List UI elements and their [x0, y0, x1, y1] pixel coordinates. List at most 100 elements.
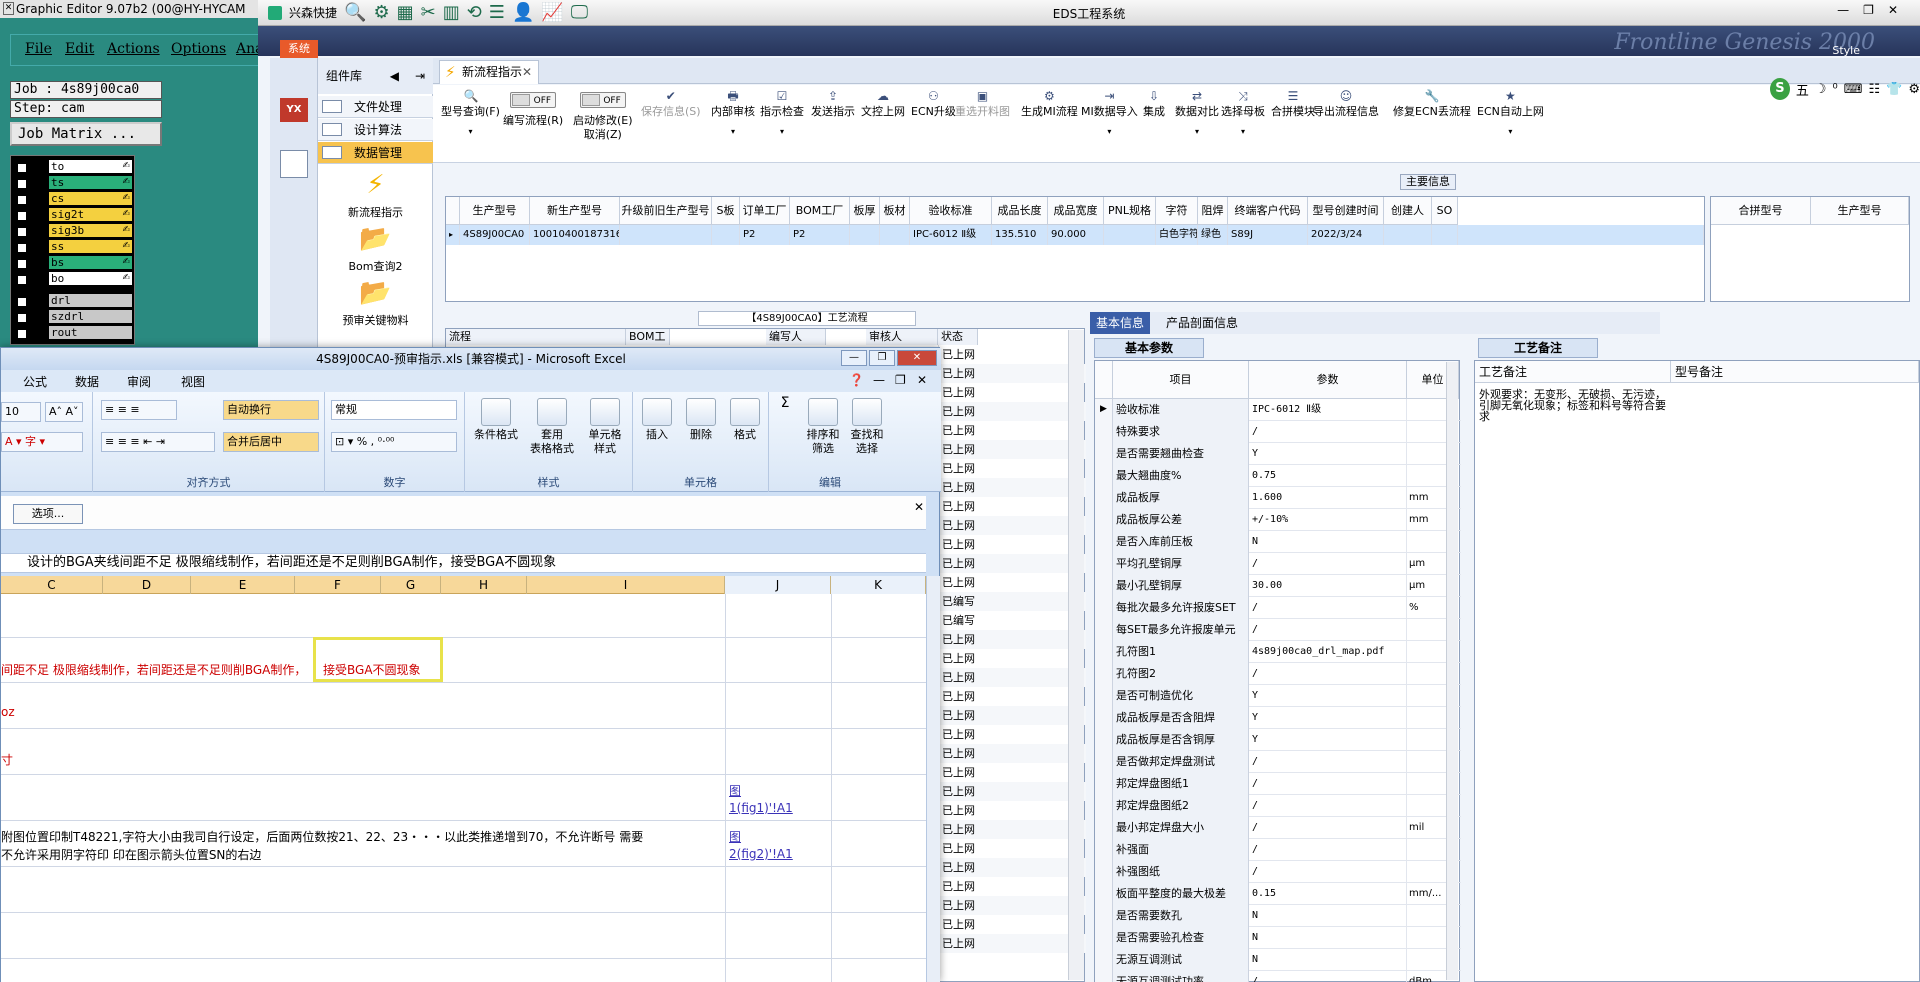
cell-c6[interactable]: 附图位置印制T48221,字符大小由我司自行设定，后面两位数按21、22、23・…: [1, 828, 643, 845]
param-row[interactable]: 板面平整度的最大极差 0.15 mm/...: [1095, 883, 1461, 905]
param-value[interactable]: /: [1249, 421, 1407, 443]
insert-button[interactable]: 插入: [637, 398, 677, 442]
main-cell[interactable]: 10010400187316: [530, 225, 620, 245]
find-select-button[interactable]: 查找和 选择: [847, 398, 887, 456]
param-row[interactable]: 邦定焊盘图纸2/: [1095, 795, 1461, 817]
job-matrix-button[interactable]: Job Matrix ...: [10, 122, 162, 146]
tab-review[interactable]: 审阅: [127, 373, 151, 390]
cell-c6[interactable]: 不允许采用阴字符印 印在图示箭头位置SN的右边: [1, 846, 261, 863]
main-cell[interactable]: [850, 225, 880, 245]
layer-checkbox[interactable]: [17, 259, 27, 269]
main-cell[interactable]: [1432, 225, 1458, 245]
ime-icon-3[interactable]: ⌨: [1844, 82, 1863, 97]
ime-icon-5[interactable]: 👕: [1886, 82, 1902, 97]
main-col-header[interactable]: 字符: [1156, 197, 1198, 225]
param-row[interactable]: 孔符图1 4s89j00ca0_drl_map.pdf: [1095, 641, 1461, 663]
font-grow-button[interactable]: A˄ A˅: [45, 402, 83, 422]
param-value[interactable]: N: [1249, 531, 1407, 553]
main-col-header[interactable]: BOM工厂: [790, 197, 850, 225]
process-remark-tab[interactable]: 工艺备注: [1478, 338, 1598, 358]
cell-j6-link[interactable]: 2(fig2)'!A1: [729, 847, 793, 861]
toolbar-button-2[interactable]: OFF 启动修改(E) 取消(Z): [573, 90, 633, 142]
param-row[interactable]: 成品板厚 1.600 mm: [1095, 487, 1461, 509]
ime-icon-6[interactable]: ⚙: [1908, 82, 1920, 97]
param-row[interactable]: 每SET最多允许报废单元 /: [1095, 619, 1461, 641]
ribbon-restore-icon[interactable]: ❐: [895, 373, 906, 387]
chevron-left-icon[interactable]: ◀: [390, 58, 399, 94]
basic-params-tab[interactable]: 基本参数: [1094, 338, 1204, 358]
process-remark-text[interactable]: 外观要求：无变形、无破损、无污迹，引脚无氧化现象；标签和料号等符合要求: [1479, 389, 1671, 422]
layer-row[interactable]: sig2t ✍: [11, 208, 136, 223]
ribbon-close-icon[interactable]: ✕: [917, 373, 927, 387]
param-row[interactable]: 是否需要验孔检查 N: [1095, 927, 1461, 949]
toolbar-button-5[interactable]: ☑ 指示检查 ▾: [760, 90, 804, 139]
toolbar-button-18[interactable]: ★ ECN自动上网 ▾: [1477, 90, 1544, 139]
conditional-format-button[interactable]: 条件格式: [471, 398, 521, 442]
param-value[interactable]: N: [1249, 927, 1407, 949]
layer-row[interactable]: to ✍: [11, 160, 136, 175]
layer-checkbox[interactable]: [17, 163, 27, 173]
wrap-text-button[interactable]: 自动换行: [223, 400, 319, 420]
horizontal-align-buttons[interactable]: ≡ ≡ ≡ ⇤ ⇥: [101, 432, 215, 452]
tab-view[interactable]: 视图: [181, 373, 205, 390]
font-size-select[interactable]: 10: [1, 402, 41, 422]
toolbar-button-3[interactable]: ✔ 保存信息(S): [641, 90, 701, 119]
column-header-h[interactable]: H: [441, 576, 527, 594]
ime-icon-4[interactable]: ☷: [1869, 82, 1881, 97]
param-value[interactable]: Y: [1249, 707, 1407, 729]
process-col-header[interactable]: BOM工厂: [626, 329, 670, 359]
maximize-icon[interactable]: ❐: [1863, 3, 1874, 17]
close-icon[interactable]: ✕: [1888, 3, 1898, 17]
layer-row[interactable]: bo ✍: [11, 272, 136, 287]
toolbar-button-14[interactable]: ⤨ 选择母板 ▾: [1221, 90, 1265, 139]
main-col-header[interactable]: SO: [1432, 197, 1458, 225]
main-cell[interactable]: 135.510: [992, 225, 1048, 245]
column-header-j[interactable]: J: [725, 576, 831, 594]
param-value[interactable]: N: [1249, 905, 1407, 927]
minimize-icon[interactable]: —: [841, 350, 867, 366]
main-col-header[interactable]: 订单工厂: [740, 197, 790, 225]
delete-button[interactable]: 删除: [681, 398, 721, 442]
main-col-header[interactable]: 生产型号: [460, 197, 530, 225]
param-row[interactable]: 无源互调测试功率 / dBm: [1095, 971, 1461, 982]
tab-basic-info[interactable]: 基本信息: [1090, 312, 1151, 334]
layer-row[interactable]: ts ✍: [11, 176, 136, 191]
calculator-icon[interactable]: [280, 150, 308, 178]
main-col-header[interactable]: 新生产型号: [530, 197, 620, 225]
param-row[interactable]: 最小邦定焊盘大小 / mil: [1095, 817, 1461, 839]
layer-row[interactable]: rout: [11, 326, 136, 341]
tab-close-icon[interactable]: ✕: [522, 61, 532, 83]
param-value[interactable]: /: [1249, 553, 1407, 575]
ge-menu-actions[interactable]: Actions: [107, 41, 160, 57]
main-cell[interactable]: IPC-6012 Ⅱ级: [910, 225, 992, 245]
main-cell[interactable]: [620, 225, 712, 245]
ge-close-icon[interactable]: ✕: [3, 2, 14, 15]
toolbar-button-17[interactable]: 🔧 修复ECN丢流程: [1393, 90, 1471, 119]
process-col-header[interactable]: 流程: [446, 329, 626, 345]
layer-checkbox[interactable]: [17, 179, 27, 189]
process-col-header[interactable]: 审核人: [866, 329, 938, 345]
param-value[interactable]: /: [1249, 773, 1407, 795]
layer-checkbox[interactable]: [17, 329, 27, 339]
param-value[interactable]: Y: [1249, 729, 1407, 751]
param-row[interactable]: 补强图纸 /: [1095, 861, 1461, 883]
cell-c4[interactable]: 寸: [1, 751, 13, 768]
param-value[interactable]: 4s89j00ca0_drl_map.pdf: [1249, 641, 1407, 663]
formula-bar[interactable]: 设计的BGA夹线间距不足 极限缩线制作，若间距还是不足则削BGA制作，接受BGA…: [1, 553, 926, 573]
sort-filter-button[interactable]: 排序和 筛选: [803, 398, 843, 456]
param-value[interactable]: /: [1249, 861, 1407, 883]
font-color-button[interactable]: A ▾ 字 ▾: [1, 432, 83, 452]
layer-checkbox[interactable]: [17, 313, 27, 323]
layer-checkbox[interactable]: [17, 243, 27, 253]
table-format-button[interactable]: 套用 表格格式: [525, 398, 579, 456]
param-value[interactable]: /: [1249, 795, 1407, 817]
toolbar-button-6[interactable]: ⇪ 发送指示: [811, 90, 855, 119]
layer-row[interactable]: bs ✍: [11, 256, 136, 271]
layer-checkbox[interactable]: [17, 297, 27, 307]
param-value[interactable]: 1.600: [1249, 487, 1407, 509]
cell-j5-link[interactable]: 1(fig1)'!A1: [729, 801, 793, 815]
main-cell[interactable]: [1104, 225, 1156, 245]
tab-new-process[interactable]: ⚡ 新流程指示 ✕: [439, 60, 539, 84]
column-header-d[interactable]: D: [103, 576, 191, 594]
param-value[interactable]: /: [1249, 619, 1407, 641]
